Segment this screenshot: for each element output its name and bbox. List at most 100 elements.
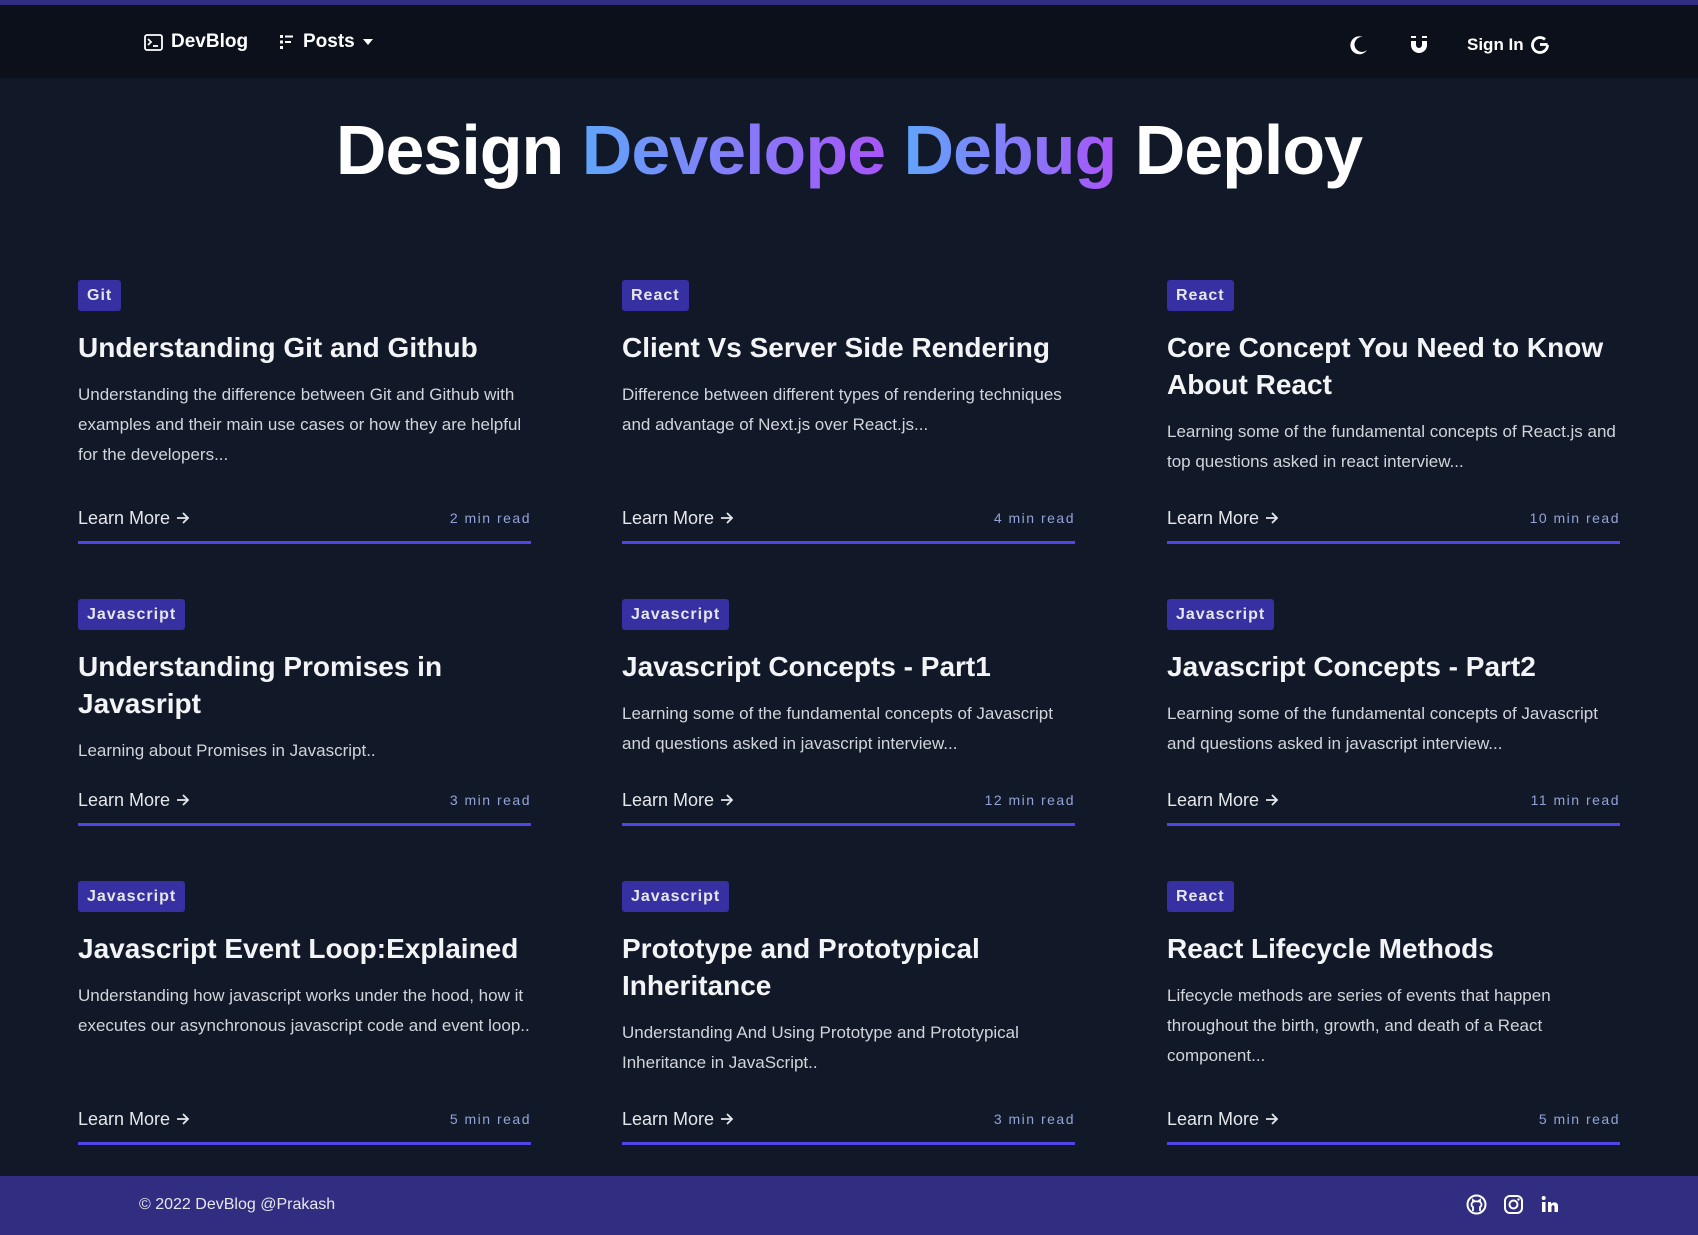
moon-icon	[1350, 36, 1367, 55]
arrow-right-icon	[721, 512, 734, 524]
learn-more-label: Learn More	[1167, 507, 1260, 528]
navbar: DevBlog Posts Sign In	[0, 5, 1698, 78]
hero-word-design: Design	[335, 111, 564, 189]
card-footer: Learn More 5 min read	[1167, 1104, 1620, 1145]
arrow-right-icon	[177, 794, 190, 806]
post-title[interactable]: Prototype and Prototypical Inheritance	[622, 930, 1075, 1004]
category-tag[interactable]: Javascript	[622, 881, 730, 912]
category-tag[interactable]: React	[1167, 280, 1234, 311]
learn-more-link[interactable]: Learn More	[78, 508, 190, 529]
post-card: React Core Concept You Need to Know Abou…	[1167, 280, 1620, 545]
post-card: Javascript Prototype and Prototypical In…	[622, 881, 1075, 1146]
instagram-icon	[1504, 1195, 1523, 1214]
terminal-icon	[144, 33, 163, 51]
github-icon	[1466, 1194, 1487, 1215]
posts-dropdown[interactable]: Posts	[280, 29, 374, 55]
arrow-right-icon	[177, 512, 190, 524]
theme-toggle-button[interactable]	[1348, 34, 1370, 56]
read-time: 5 min read	[1538, 1111, 1620, 1127]
post-description: Learning some of the fundamental concept…	[622, 704, 1053, 753]
caret-down-icon	[362, 39, 373, 45]
social-links	[1466, 1194, 1561, 1215]
category-tag[interactable]: React	[1167, 881, 1234, 912]
card-footer: Learn More 10 min read	[1167, 503, 1620, 544]
card-footer: Learn More 4 min read	[622, 503, 1075, 544]
learn-more-link[interactable]: Learn More	[78, 790, 190, 811]
post-title[interactable]: Understanding Git and Github	[78, 329, 531, 366]
read-time: 2 min read	[449, 510, 531, 526]
post-card: Javascript Javascript Event Loop:Explain…	[78, 881, 531, 1146]
arrow-right-icon	[177, 1113, 190, 1125]
post-description: Learning about Promises in Javascript..	[78, 741, 376, 760]
post-title[interactable]: Javascript Concepts - Part2	[1167, 648, 1620, 685]
card-footer: Learn More 11 min read	[1167, 785, 1620, 826]
hero-word-deploy: Deploy	[1134, 111, 1363, 189]
linkedin-link[interactable]	[1540, 1194, 1561, 1215]
post-card: React React Lifecycle Methods Lifecycle …	[1167, 881, 1620, 1146]
category-tag[interactable]: Javascript	[78, 881, 186, 912]
learn-more-label: Learn More	[1167, 789, 1260, 810]
post-description: Difference between different types of re…	[622, 385, 1062, 434]
sign-in-button[interactable]: Sign In	[1467, 32, 1549, 58]
post-description: Understanding the difference between Git…	[78, 385, 522, 464]
learn-more-link[interactable]: Learn More	[622, 790, 734, 811]
post-description: Understanding And Using Prototype and Pr…	[622, 1023, 1019, 1072]
learn-more-label: Learn More	[78, 1108, 171, 1129]
magnet-icon	[1411, 36, 1427, 53]
post-description: Understanding how javascript works under…	[78, 986, 530, 1035]
post-title[interactable]: Client Vs Server Side Rendering	[622, 329, 1075, 366]
learn-more-link[interactable]: Learn More	[1167, 790, 1279, 811]
arrow-right-icon	[721, 794, 734, 806]
category-tag[interactable]: React	[622, 280, 689, 311]
read-time: 3 min read	[993, 1111, 1075, 1127]
learn-more-link[interactable]: Learn More	[1167, 1109, 1279, 1130]
post-title[interactable]: Core Concept You Need to Know About Reac…	[1167, 329, 1620, 403]
card-footer: Learn More 12 min read	[622, 785, 1075, 826]
instagram-link[interactable]	[1503, 1194, 1524, 1215]
card-footer: Learn More 5 min read	[78, 1104, 531, 1145]
read-time: 3 min read	[449, 792, 531, 808]
list-icon	[280, 35, 293, 49]
post-description: Lifecycle methods are series of events t…	[1167, 986, 1551, 1065]
github-link[interactable]	[1466, 1194, 1487, 1215]
learn-more-label: Learn More	[622, 789, 715, 810]
category-tag[interactable]: Javascript	[1167, 599, 1275, 630]
post-description: Learning some of the fundamental concept…	[1167, 422, 1616, 471]
learn-more-link[interactable]: Learn More	[622, 1109, 734, 1130]
brand-label: DevBlog	[171, 31, 249, 52]
arrow-right-icon	[1266, 512, 1279, 524]
learn-more-link[interactable]: Learn More	[1167, 508, 1279, 529]
learn-more-label: Learn More	[78, 789, 171, 810]
arrow-right-icon	[721, 1113, 734, 1125]
posts-label: Posts	[303, 31, 355, 52]
learn-more-label: Learn More	[622, 1108, 715, 1129]
learn-more-label: Learn More	[78, 507, 171, 528]
copyright-text: © 2022 DevBlog @Prakash	[139, 1196, 336, 1213]
magnet-button[interactable]	[1408, 34, 1430, 56]
arrow-right-icon	[1266, 1113, 1279, 1125]
post-card: Javascript Understanding Promises in Jav…	[78, 599, 531, 829]
sign-in-label: Sign In	[1467, 35, 1524, 54]
hero-word-develope: Develope	[581, 111, 886, 189]
learn-more-link[interactable]: Learn More	[78, 1109, 190, 1130]
post-title[interactable]: Javascript Concepts - Part1	[622, 648, 1075, 685]
hero-heading: Design Develope Debug Deploy	[0, 110, 1698, 190]
read-time: 11 min read	[1530, 792, 1620, 808]
read-time: 5 min read	[449, 1111, 531, 1127]
learn-more-link[interactable]: Learn More	[622, 508, 734, 529]
read-time: 10 min read	[1529, 510, 1620, 526]
post-card: Javascript Javascript Concepts - Part1 L…	[622, 599, 1075, 829]
linkedin-icon	[1541, 1196, 1558, 1212]
brand-link[interactable]: DevBlog	[144, 29, 248, 55]
learn-more-label: Learn More	[622, 507, 715, 528]
post-title[interactable]: React Lifecycle Methods	[1167, 930, 1620, 967]
post-title[interactable]: Understanding Promises in Javasript	[78, 648, 531, 722]
category-tag[interactable]: Javascript	[78, 599, 186, 630]
category-tag[interactable]: Git	[78, 280, 122, 311]
hero-word-debug: Debug	[903, 111, 1117, 189]
card-footer: Learn More 3 min read	[622, 1104, 1075, 1145]
learn-more-label: Learn More	[1167, 1108, 1260, 1129]
category-tag[interactable]: Javascript	[622, 599, 730, 630]
card-footer: Learn More 2 min read	[78, 503, 531, 544]
post-title[interactable]: Javascript Event Loop:Explained	[78, 930, 531, 967]
